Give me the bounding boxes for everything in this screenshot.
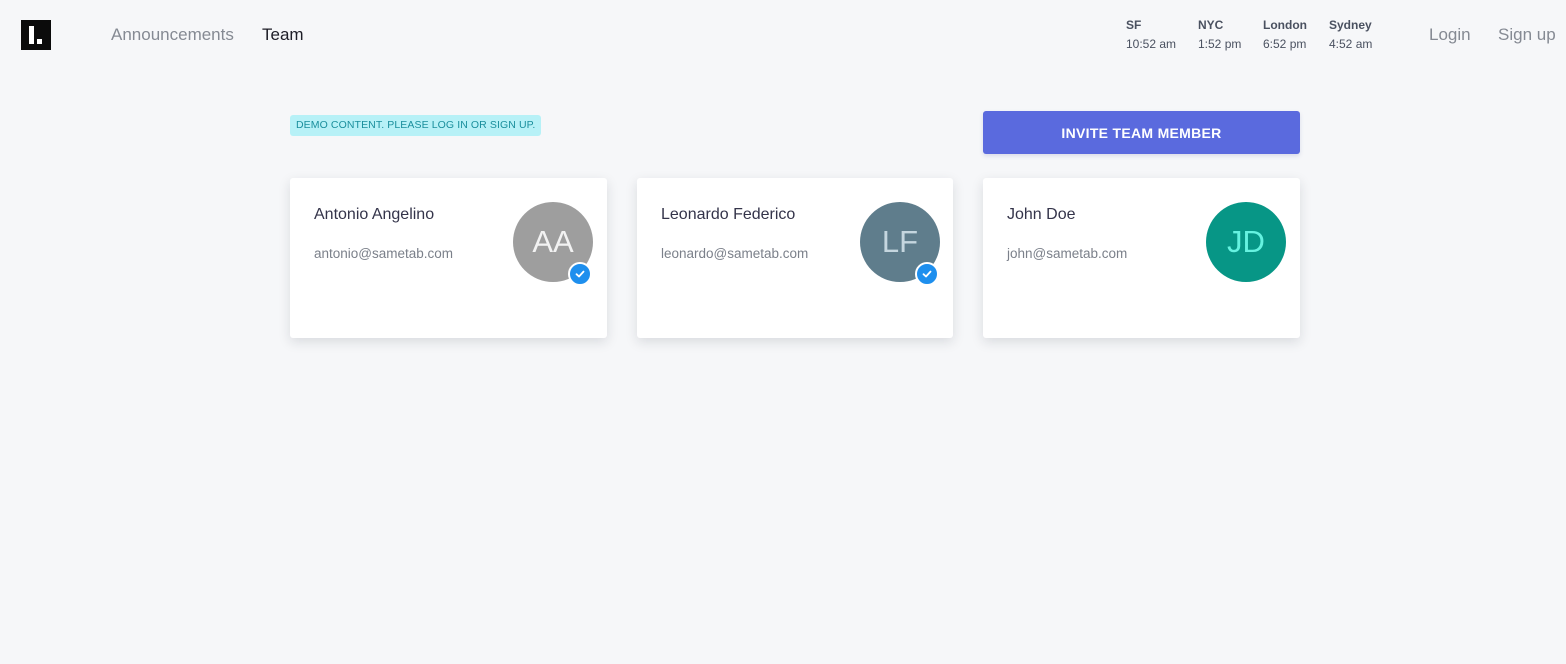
nav-link-team[interactable]: Team [262,25,304,45]
team-member-card[interactable]: Antonio Angelino antonio@sametab.com AA [290,178,607,338]
login-link[interactable]: Login [1429,25,1471,45]
clock-city: NYC [1198,18,1224,32]
avatar: JD [1206,202,1286,282]
nav-link-announcements[interactable]: Announcements [111,25,234,45]
demo-content-notice: DEMO CONTENT. PLEASE LOG IN OR SIGN UP. [290,115,542,136]
member-name: John Doe [1007,206,1076,223]
clock-city: SF [1126,18,1142,32]
clock-time: 1:52 pm [1198,37,1242,51]
signup-link[interactable]: Sign up [1498,25,1556,45]
clock-time: 6:52 pm [1263,37,1307,51]
invite-team-member-button[interactable]: INVITE TEAM MEMBER [983,111,1300,154]
clock-sf: SF 10:52 am [1126,18,1176,52]
clock-time: 4:52 am [1329,37,1373,51]
clock-time: 10:52 am [1126,37,1177,51]
top-navigation-bar: Announcements Team SF 10:52 am NYC 1:52 … [0,0,1566,70]
member-name: Antonio Angelino [314,206,435,223]
clock-city: Sydney [1329,18,1372,32]
verified-check-icon [915,262,939,286]
clock-london: London 6:52 pm [1263,18,1307,52]
clock-nyc: NYC 1:52 pm [1198,18,1241,52]
member-email: antonio@sametab.com [314,246,454,261]
clock-sydney: Sydney 4:52 am [1329,18,1372,52]
member-email: leonardo@sametab.com [661,246,809,261]
verified-check-icon [568,262,592,286]
team-member-card[interactable]: John Doe john@sametab.com JD [983,178,1300,338]
member-email: john@sametab.com [1007,246,1128,261]
team-member-card[interactable]: Leonardo Federico leonardo@sametab.com L… [637,178,953,338]
clock-city: London [1263,18,1307,32]
app-logo[interactable] [21,20,51,50]
member-name: Leonardo Federico [661,206,796,223]
